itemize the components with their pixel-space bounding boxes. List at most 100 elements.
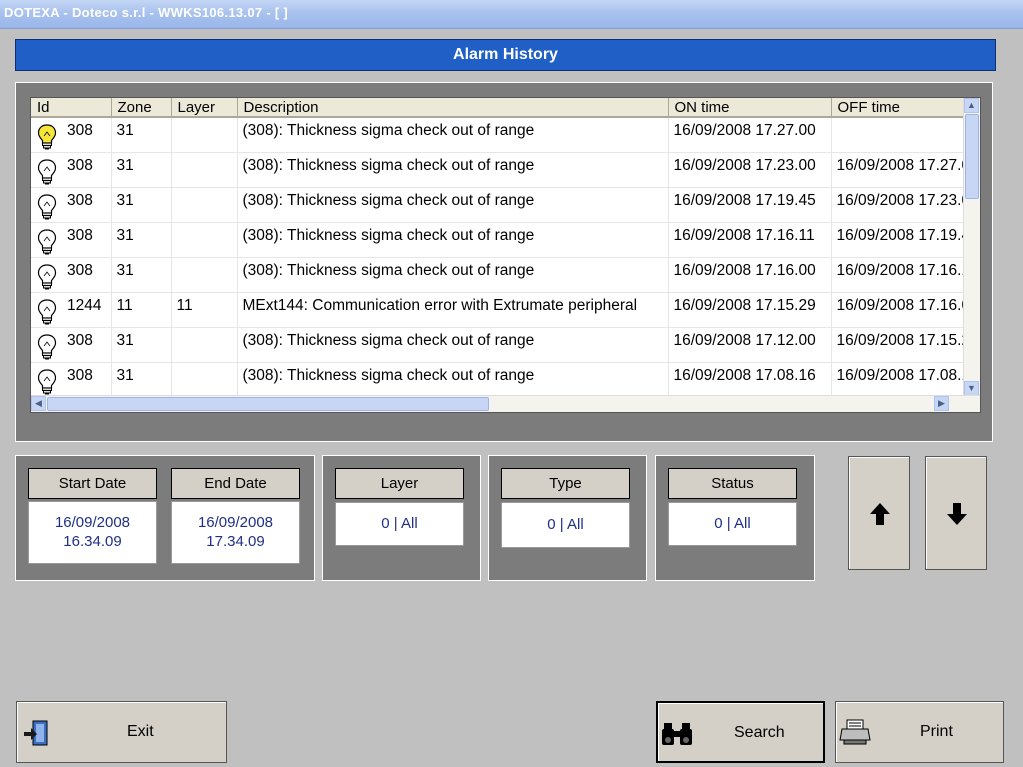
cell-description-text: (308): Thickness sigma check out of rang…: [242, 191, 535, 209]
window-titlebar: DOTEXA - Doteco s.r.l - WWKS106.13.07 - …: [0, 0, 1023, 29]
cell-off-time: 16/09/2008 17.16.11: [831, 257, 980, 293]
cell-zone: 31: [111, 187, 172, 223]
type-filter-label: Type: [501, 468, 630, 499]
lightbulb-off-icon: [37, 368, 57, 394]
table-row[interactable]: 308 31 (308): Thickness sigma check out of…: [31, 257, 980, 293]
page-down-button[interactable]: [925, 456, 987, 570]
search-button[interactable]: Search: [656, 701, 825, 763]
column-header-id[interactable]: Id: [31, 98, 112, 118]
cell-zone-text: 31: [116, 226, 134, 244]
exit-button[interactable]: Exit: [16, 701, 227, 763]
lightbulb-off-icon: [37, 333, 57, 359]
alarm-grid-panel: Id Zone Layer Description ON time OFF ti…: [15, 82, 993, 442]
type-filter-field[interactable]: 0 | All: [501, 502, 630, 548]
scroll-left-icon[interactable]: ◀: [31, 396, 46, 411]
cell-on-time: 16/09/2008 17.19.45: [668, 187, 832, 223]
table-row[interactable]: 308 31 (308): Thickness sigma check out of…: [31, 187, 980, 223]
column-header-layer[interactable]: Layer: [171, 98, 238, 118]
cell-layer: [171, 257, 238, 293]
start-date-value: 16/09/2008: [54, 514, 131, 531]
cell-zone-text: 31: [116, 261, 134, 279]
cell-on-time: 16/09/2008 17.16.00: [668, 257, 832, 293]
end-date-field[interactable]: 16/09/2008 17.34.09: [171, 501, 300, 564]
horizontal-scrollbar[interactable]: ◀ ▶: [31, 395, 980, 412]
column-header-description[interactable]: Description: [237, 98, 669, 118]
cell-on-time: 16/09/2008 17.16.11: [668, 222, 832, 258]
cell-id: 308: [31, 327, 112, 363]
printer-icon: [839, 719, 871, 745]
cell-description-text: MExt144: Communication error with Extrum…: [242, 296, 638, 314]
arrow-up-icon: [870, 503, 890, 525]
cell-off-time: 16/09/2008 17.23.00: [831, 187, 980, 223]
cell-id: 308: [31, 117, 112, 153]
binoculars-icon: [662, 723, 692, 745]
cell-description: (308): Thickness sigma check out of rang…: [237, 187, 669, 223]
cell-description: (308): Thickness sigma check out of rang…: [237, 362, 669, 398]
cell-description: MExt144: Communication error with Extrum…: [237, 292, 669, 328]
cell-on-time-text: 16/09/2008 17.27.00: [673, 122, 816, 139]
cell-on-time-text: 16/09/2008 17.12.00: [673, 331, 816, 349]
cell-on-time: 16/09/2008 17.08.16: [668, 362, 832, 398]
cell-id-text: 308: [67, 226, 93, 244]
cell-layer: [171, 187, 238, 223]
cell-on-time-text: 16/09/2008 17.19.45: [673, 191, 816, 209]
start-date-field[interactable]: 16/09/2008 16.34.09: [28, 501, 157, 564]
cell-zone: 31: [111, 117, 172, 153]
status-filter-label: Status: [668, 468, 797, 499]
column-header-off-time[interactable]: OFF time: [831, 98, 980, 118]
table-header-row: Id Zone Layer Description ON time OFF ti…: [31, 98, 980, 118]
table-row[interactable]: 1244 11 11 MExt144: Communication error wi…: [31, 292, 980, 328]
cell-off-time-text: 16/09/2008 17.23.00: [836, 191, 979, 209]
alarm-history-grid[interactable]: Id Zone Layer Description ON time OFF ti…: [30, 97, 981, 413]
page-up-button[interactable]: [848, 456, 910, 570]
cell-id-text: 308: [67, 156, 93, 174]
table-row[interactable]: 308 31 (308): Thickness sigma check out of…: [31, 117, 980, 153]
scroll-right-icon[interactable]: ▶: [934, 396, 949, 411]
cell-on-time: 16/09/2008 17.15.29: [668, 292, 832, 328]
cell-zone-text: 31: [116, 366, 134, 384]
cell-off-time-text: 16/09/2008 17.08.16: [836, 366, 979, 384]
print-button-label: Print: [920, 723, 953, 740]
column-header-on-time[interactable]: ON time: [668, 98, 832, 118]
print-button[interactable]: Print: [835, 701, 1004, 763]
cell-on-time-text: 16/09/2008 17.08.16: [673, 366, 816, 384]
cell-on-time: 16/09/2008 17.23.00: [668, 152, 832, 188]
cell-layer: [171, 117, 238, 153]
table-row[interactable]: 308 31 (308): Thickness sigma check out of…: [31, 222, 980, 258]
exit-door-icon: [24, 720, 48, 746]
lightbulb-off-icon: [37, 158, 57, 184]
cell-description-text: (308): Thickness sigma check out of rang…: [242, 261, 535, 279]
cell-zone: 31: [111, 257, 172, 293]
cell-id-text: 308: [67, 191, 93, 209]
column-header-zone[interactable]: Zone: [111, 98, 172, 118]
cell-id-text: 308: [67, 331, 93, 349]
vertical-scroll-thumb[interactable]: [965, 114, 979, 199]
horizontal-scroll-thumb[interactable]: [47, 397, 489, 411]
layer-filter-field[interactable]: 0 | All: [335, 502, 464, 546]
cell-description-text: (308): Thickness sigma check out of rang…: [242, 226, 535, 244]
search-button-label: Search: [734, 724, 785, 741]
table-row[interactable]: 308 31 (308): Thickness sigma check out of…: [31, 362, 980, 398]
cell-id-text: 308: [67, 366, 93, 384]
cell-off-time: [831, 117, 980, 153]
cell-on-time-text: 16/09/2008 17.16.11: [673, 226, 815, 244]
cell-off-time: 16/09/2008 17.16.00: [831, 292, 980, 328]
cell-zone: 11: [111, 292, 172, 328]
cell-off-time-text: 16/09/2008 17.15.29: [836, 331, 979, 349]
type-filter-panel: Type 0 | All: [488, 455, 647, 581]
status-filter-field[interactable]: 0 | All: [668, 502, 797, 546]
alarm-table: Id Zone Layer Description ON time OFF ti…: [31, 98, 980, 398]
cell-layer: [171, 222, 238, 258]
scroll-down-icon[interactable]: ▼: [964, 381, 979, 396]
end-date-value: 16/09/2008: [197, 514, 274, 531]
cell-id: 308: [31, 257, 112, 293]
cell-zone-text: 31: [116, 122, 134, 139]
vertical-scrollbar[interactable]: ▲ ▼: [963, 98, 980, 396]
alarm-table-body: 308 31 (308): Thickness sigma check out of…: [31, 117, 980, 398]
cell-layer: [171, 327, 238, 363]
table-row[interactable]: 308 31 (308): Thickness sigma check out of…: [31, 327, 980, 363]
cell-off-time-text: 16/09/2008 17.27.00: [836, 156, 979, 174]
cell-layer: [171, 152, 238, 188]
scroll-up-icon[interactable]: ▲: [964, 98, 979, 113]
table-row[interactable]: 308 31 (308): Thickness sigma check out of…: [31, 152, 980, 188]
